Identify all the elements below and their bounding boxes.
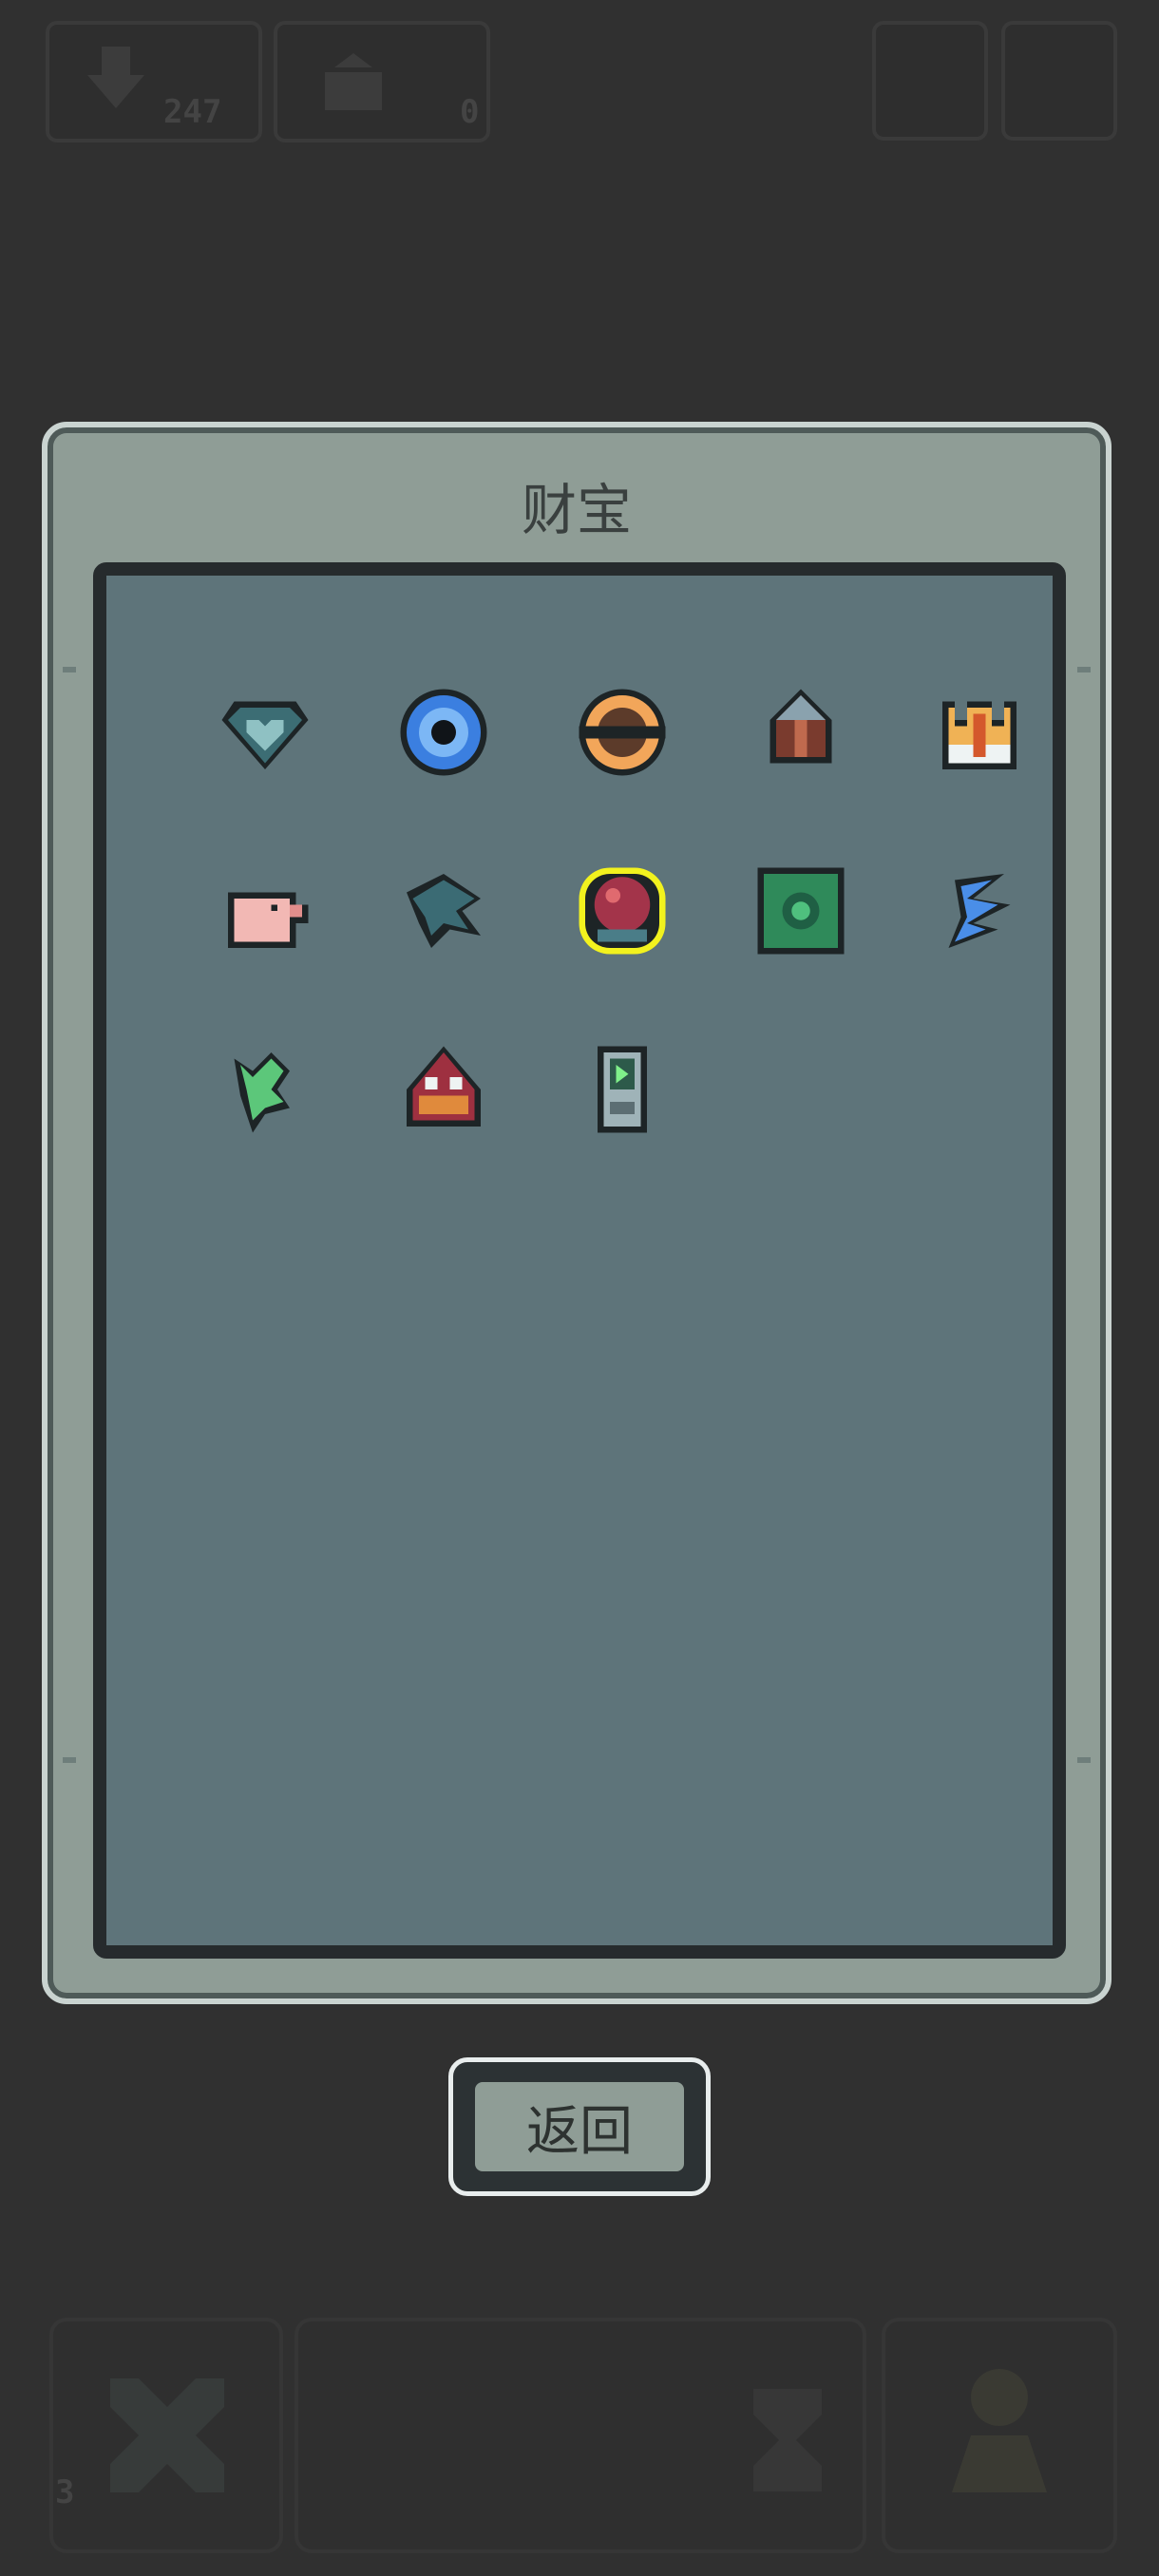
gift-box-icon <box>325 53 382 110</box>
bottom-left-slot <box>49 2318 283 2553</box>
rivet <box>63 1757 76 1763</box>
treasure-panel: 财宝 <box>42 422 1112 2004</box>
treasure-slot[interactable] <box>391 680 496 785</box>
green-rune-tile-icon <box>757 867 845 955</box>
download-counter-box <box>46 21 262 142</box>
red-beetle-icon <box>407 1046 481 1127</box>
teal-fin-icon <box>407 874 481 948</box>
top-right-button-a <box>872 21 988 141</box>
treasure-slot[interactable] <box>749 859 853 963</box>
treasure-slot[interactable] <box>570 680 674 785</box>
rivet <box>63 667 76 672</box>
bottom-middle-slot <box>294 2318 866 2553</box>
blue-feather-icon <box>948 874 1011 948</box>
hourglass-icon <box>753 2389 822 2491</box>
gift-counter-box <box>274 21 490 142</box>
rivet <box>1077 1757 1091 1763</box>
top-left-counter: 247 <box>163 93 222 131</box>
bottom-left-counter: 3 <box>55 2473 75 2511</box>
pink-piggy-icon <box>228 892 309 948</box>
handheld-device-icon <box>598 1046 647 1133</box>
back-button-label: 返回 <box>475 2082 684 2171</box>
treasure-slot[interactable] <box>570 859 674 963</box>
panel-title: 财宝 <box>521 478 632 542</box>
golden-crown-icon <box>942 701 1016 769</box>
rivet <box>1077 667 1091 672</box>
crystal-heart-icon <box>221 701 309 769</box>
treasure-slot[interactable] <box>927 859 1032 963</box>
treasure-slot[interactable] <box>927 680 1032 785</box>
top-right-button-b <box>1001 21 1117 141</box>
green-sprout-icon <box>234 1052 290 1133</box>
treasure-slot[interactable] <box>749 680 853 785</box>
treasure-slot[interactable] <box>391 859 496 963</box>
back-button[interactable]: 返回 <box>448 2057 711 2196</box>
treasure-slot[interactable] <box>391 1037 496 1142</box>
top-second-counter: 0 <box>460 93 480 131</box>
treasure-slot[interactable] <box>213 1037 317 1142</box>
crossed-swords-icon <box>110 2378 224 2492</box>
blue-ring-icon <box>400 689 487 776</box>
treasure-grid <box>93 562 1066 1959</box>
treasure-slot[interactable] <box>213 680 317 785</box>
treasure-slot[interactable] <box>213 859 317 963</box>
red-orb-icon <box>579 867 666 955</box>
crest-helmet-icon <box>770 689 832 764</box>
pawn-icon <box>952 2369 1047 2492</box>
download-icon <box>87 47 144 108</box>
orange-amulet-icon <box>579 689 666 776</box>
treasure-slot[interactable] <box>570 1037 674 1142</box>
bottom-right-slot <box>882 2318 1117 2553</box>
